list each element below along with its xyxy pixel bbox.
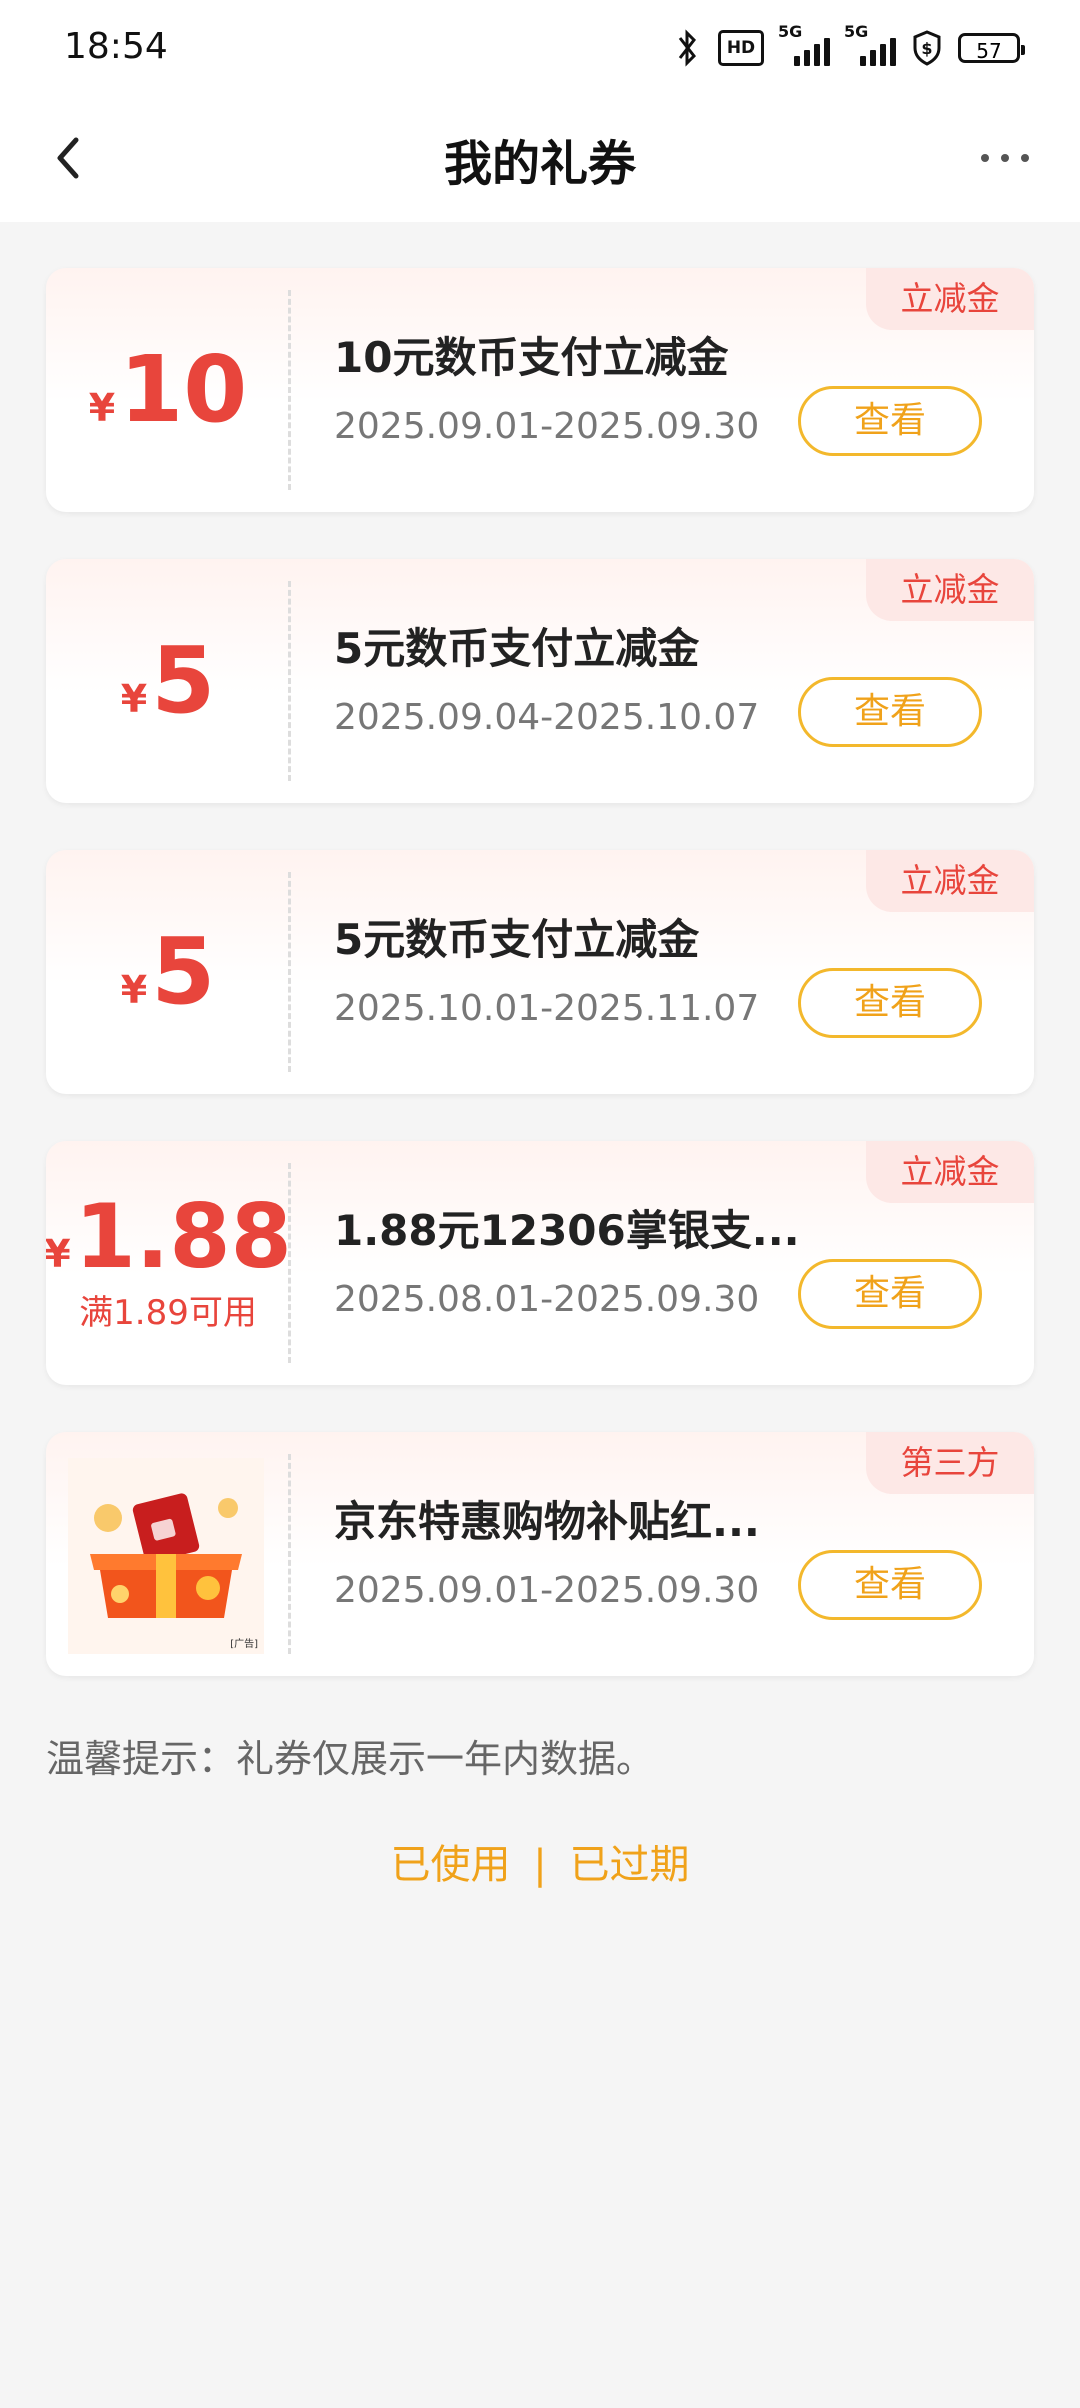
currency-symbol: ¥	[120, 968, 148, 1012]
tip-text: 温馨提示：礼券仅展示一年内数据。	[46, 1737, 655, 1781]
sim2-label: 5G	[844, 22, 869, 41]
signal-icon-sim2: 5G	[844, 22, 896, 66]
currency-symbol: ¥	[88, 386, 116, 430]
currency-symbol: ¥	[120, 677, 148, 721]
coupon-condition: 满1.89可用	[79, 1292, 257, 1333]
coupon-title: 1.88元12306掌银支...	[334, 1206, 800, 1255]
dashed-divider	[288, 1163, 291, 1363]
coupon-date: 2025.09.01-2025.09.30	[334, 406, 760, 447]
coupon-title: 京东特惠购物补贴红...	[334, 1497, 760, 1546]
coupon-card[interactable]: 立减金 ¥1.88 满1.89可用 1.88元12306掌银支... 2025.…	[46, 1141, 1034, 1385]
gift-box-image: [广告]	[68, 1458, 264, 1654]
history-links: 已使用 | 已过期	[0, 1832, 1080, 1890]
coupon-list: 立减金 ¥10 10元数币支付立减金 2025.09.01-2025.09.30…	[46, 268, 1034, 1723]
view-button[interactable]: 查看	[798, 968, 982, 1038]
coupon-amount: ¥5	[46, 850, 290, 1094]
coupon-card[interactable]: 第三方 [广告] 京东特惠购物补贴红... 2025.09.01-2025.09…	[46, 1432, 1034, 1676]
svg-text:$: $	[921, 39, 932, 58]
status-time: 18:54	[64, 26, 168, 67]
coupon-tag: 第三方	[866, 1432, 1034, 1494]
amount-value: 1.88	[74, 1184, 292, 1288]
amount-value: 10	[119, 336, 248, 443]
expired-link[interactable]: 已过期	[569, 1832, 689, 1890]
coupon-tag: 立减金	[866, 1141, 1034, 1203]
link-separator: |	[533, 1842, 547, 1888]
amount-value: 5	[151, 918, 216, 1025]
coupon-tag: 立减金	[866, 268, 1034, 330]
coupon-date: 2025.10.01-2025.11.07	[334, 988, 760, 1029]
battery-icon: 57	[958, 33, 1025, 63]
more-icon[interactable]	[970, 126, 1040, 190]
page-title: 我的礼券	[443, 136, 636, 192]
hd-icon: HD	[718, 30, 764, 66]
coupon-tag: 立减金	[866, 850, 1034, 912]
coupon-card[interactable]: 立减金 ¥10 10元数币支付立减金 2025.09.01-2025.09.30…	[46, 268, 1034, 512]
coupon-tag: 立减金	[866, 559, 1034, 621]
coupon-card[interactable]: 立减金 ¥5 5元数币支付立减金 2025.09.04-2025.10.07 查…	[46, 559, 1034, 803]
coupon-amount: ¥5	[46, 559, 290, 803]
shield-icon: $	[912, 30, 942, 66]
view-button[interactable]: 查看	[798, 677, 982, 747]
sim1-label: 5G	[778, 22, 803, 41]
dashed-divider	[288, 290, 291, 490]
status-icons: HD 5G 5G $ 57	[672, 22, 1025, 68]
coupon-card[interactable]: 立减金 ¥5 5元数币支付立减金 2025.10.01-2025.11.07 查…	[46, 850, 1034, 1094]
coupon-title: 5元数币支付立减金	[334, 624, 700, 673]
dashed-divider	[288, 581, 291, 781]
coupon-date: 2025.08.01-2025.09.30	[334, 1279, 760, 1320]
coupon-title: 10元数币支付立减金	[334, 333, 729, 382]
ad-label: [广告]	[230, 1639, 258, 1650]
dashed-divider	[288, 1454, 291, 1654]
coupon-amount: ¥1.88 满1.89可用	[46, 1141, 292, 1385]
coupon-date: 2025.09.04-2025.10.07	[334, 697, 760, 738]
view-button[interactable]: 查看	[798, 1550, 982, 1620]
coupon-amount: ¥10	[46, 268, 290, 512]
signal-icon-sim1: 5G	[778, 22, 830, 66]
coupon-date: 2025.09.01-2025.09.30	[334, 1570, 760, 1611]
amount-value: 5	[151, 627, 216, 734]
status-bar: 18:54 HD 5G 5G $ 57	[0, 0, 1080, 96]
dashed-divider	[288, 872, 291, 1072]
view-button[interactable]: 查看	[798, 1259, 982, 1329]
nav-bar: 我的礼券	[0, 96, 1080, 222]
used-link[interactable]: 已使用	[391, 1832, 511, 1890]
bluetooth-icon	[672, 28, 702, 68]
currency-symbol: ¥	[46, 1231, 71, 1276]
coupon-title: 5元数币支付立减金	[334, 915, 700, 964]
view-button[interactable]: 查看	[798, 386, 982, 456]
